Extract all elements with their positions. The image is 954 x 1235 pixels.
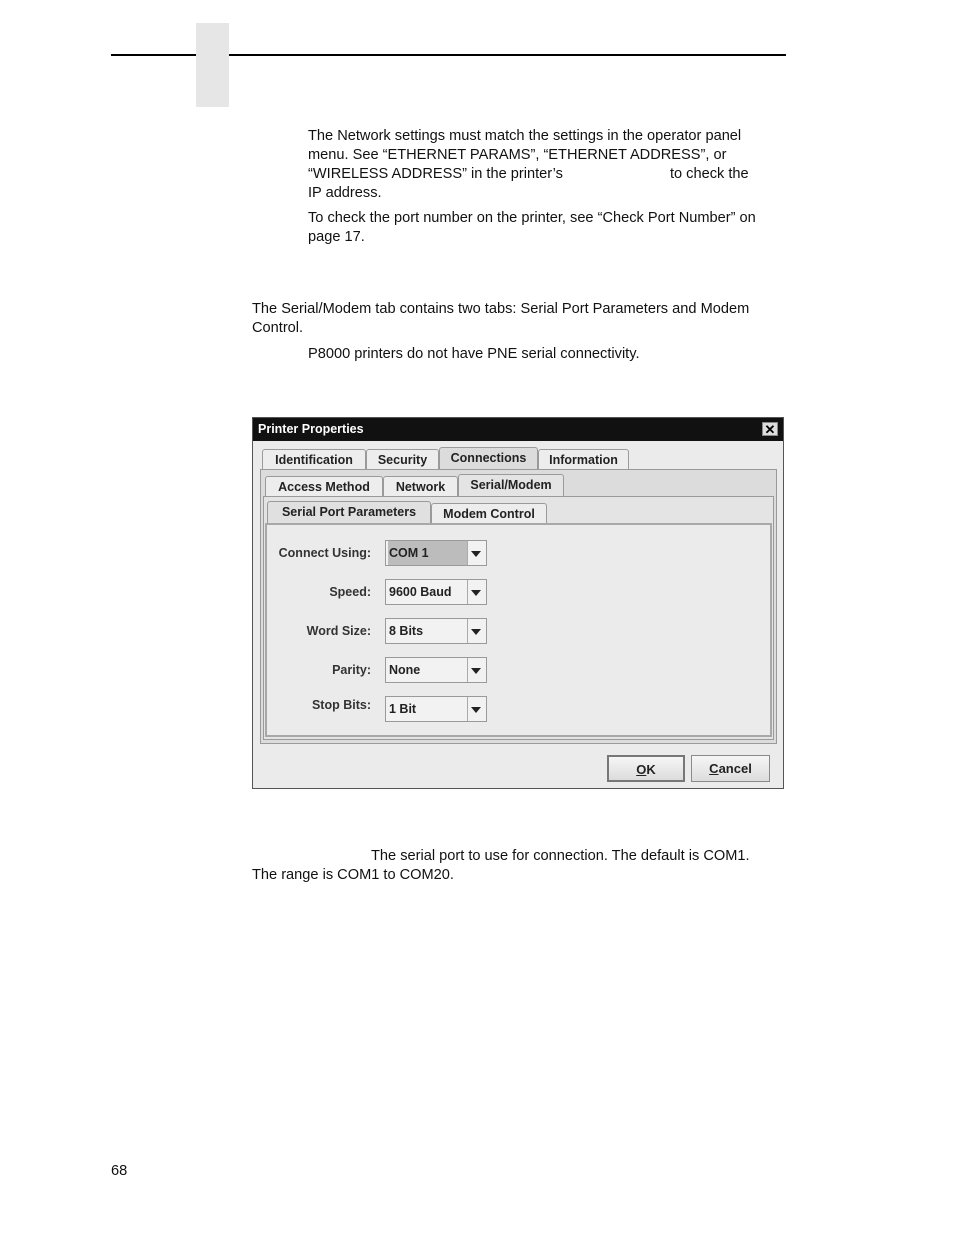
body-line: The Serial/Modem tab contains two tabs: … [252,301,750,317]
body-line: Control. [252,320,304,336]
dialog-titlebar: Printer Properties ✕ [253,418,783,441]
tab-serial-port-parameters[interactable]: Serial Port Parameters [267,501,431,523]
tab-security[interactable]: Security [366,449,439,469]
speed-value: 9600 Baud [388,580,468,604]
printer-properties-dialog: Printer Properties ✕ Identification Secu… [252,417,784,789]
stop-bits-label: Stop Bits: [311,698,371,712]
page-number: 68 [111,1163,128,1179]
connect-using-description: The serial port to use for connection. T… [252,847,792,885]
connect-using-value: COM 1 [388,541,468,565]
tab-network[interactable]: Network [383,476,458,496]
word-size-select[interactable]: 8 Bits [385,618,487,644]
ok-label: K [646,762,656,777]
parity-label: Parity: [332,663,371,677]
note-line: To check the port number on the printer,… [308,210,756,226]
parity-value: None [388,658,468,682]
tab-connections[interactable]: Connections [439,447,538,469]
note-text: “WIRELESS ADDRESS” in the printer’s [308,166,563,182]
ok-mnemonic: O [636,762,647,777]
note-line: menu. See “ETHERNET PARAMS”, “ETHERNET A… [308,147,727,163]
ok-button[interactable]: OK [607,755,685,782]
port-note: To check the port number on the printer,… [308,209,788,247]
chevron-down-icon[interactable] [466,541,486,565]
speed-label: Speed: [329,585,371,599]
cancel-label: ancel [718,761,752,776]
p8000-note: P8000 printers do not have PNE serial co… [308,346,640,362]
chapter-tab-marker [196,23,229,107]
chevron-down-icon[interactable] [466,697,486,721]
chevron-down-icon[interactable] [466,580,486,604]
body-line: The serial port to use for connection. T… [252,847,792,866]
body-line: The range is COM1 to COM20. [252,867,454,883]
connect-using-label: Connect Using: [278,546,371,560]
note-line: IP address. [308,185,382,201]
tab-modem-control[interactable]: Modem Control [431,503,547,523]
parity-select[interactable]: None [385,657,487,683]
cancel-mnemonic: C [709,761,719,776]
tab-identification[interactable]: Identification [262,449,366,469]
tab-information[interactable]: Information [538,449,629,469]
note-text: to check the [669,166,749,182]
note-line: page 17. [308,229,365,245]
word-size-value: 8 Bits [388,619,468,643]
network-note: The Network settings must match the sett… [308,127,788,203]
speed-select[interactable]: 9600 Baud [385,579,487,605]
tab-serial-modem[interactable]: Serial/Modem [458,474,564,496]
dialog-title: Printer Properties [258,422,364,436]
tab-access-method[interactable]: Access Method [265,476,383,496]
connect-using-select[interactable]: COM 1 [385,540,487,566]
cancel-button[interactable]: Cancel [691,755,770,782]
chevron-down-icon[interactable] [466,658,486,682]
chevron-down-icon[interactable] [466,619,486,643]
stop-bits-select[interactable]: 1 Bit [385,696,487,722]
word-size-label: Word Size: [306,624,371,638]
note-line: The Network settings must match the sett… [308,128,742,144]
stop-bits-value: 1 Bit [388,697,468,721]
body-text: The serial port to use for connection. T… [371,848,750,864]
serial-modem-description: The Serial/Modem tab contains two tabs: … [252,300,792,338]
close-icon[interactable]: ✕ [762,422,778,437]
note-line: “WIRELESS ADDRESS” in the printer’s to ch… [308,165,788,184]
